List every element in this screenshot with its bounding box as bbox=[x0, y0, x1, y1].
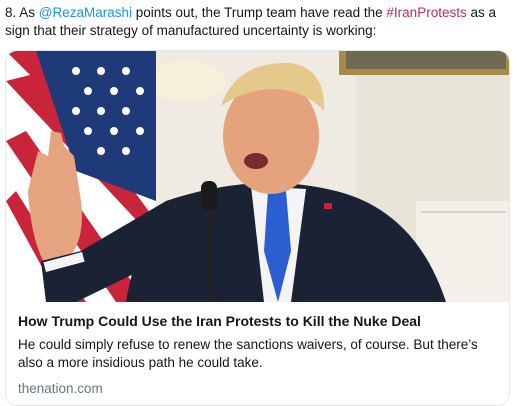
tweet-text: 8. As @RezaMarashi points out, the Trump… bbox=[5, 4, 511, 40]
tweet-text-middle: points out, the Trump team have read the bbox=[132, 5, 387, 20]
card-domain[interactable]: thenation.com bbox=[18, 380, 497, 398]
card-photo bbox=[6, 51, 509, 302]
link-card[interactable]: How Trump Could Use the Iran Protests to… bbox=[5, 50, 510, 406]
hashtag-link[interactable]: #IranProtests bbox=[386, 5, 466, 20]
card-image[interactable] bbox=[6, 51, 509, 302]
mention-link[interactable]: @RezaMarashi bbox=[39, 5, 132, 20]
card-body[interactable]: How Trump Could Use the Iran Protests to… bbox=[6, 302, 509, 398]
card-description: He could simply refuse to renew the sanc… bbox=[18, 337, 478, 370]
tweet-text-prefix: 8. As bbox=[5, 5, 39, 20]
card-title[interactable]: How Trump Could Use the Iran Protests to… bbox=[18, 312, 497, 330]
